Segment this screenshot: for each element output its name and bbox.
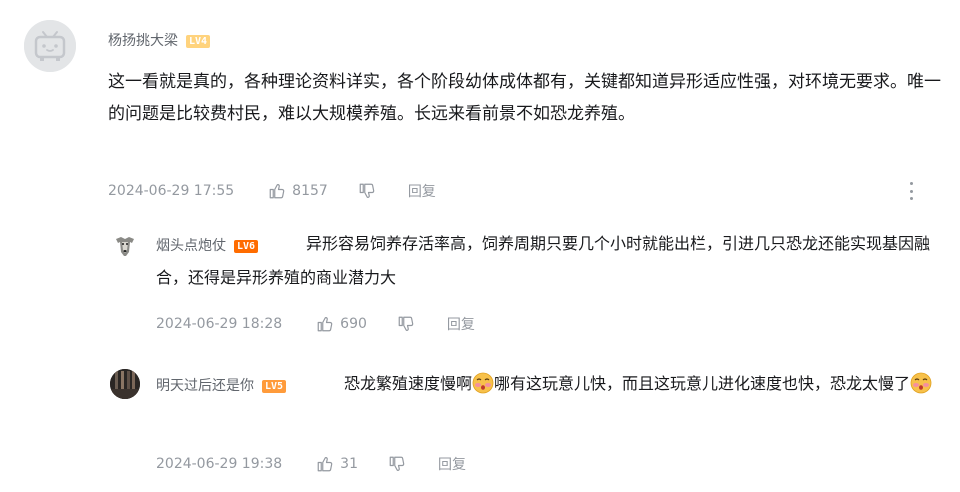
reply-meta: 2024-06-29 18:28 690 回复 — [156, 314, 475, 334]
reply-time: 2024-06-29 18:28 — [156, 316, 283, 332]
dislike-button[interactable] — [388, 455, 406, 473]
thumbs-up-icon — [269, 184, 285, 199]
like-count: 31 — [340, 456, 358, 472]
like-button[interactable]: 8157 — [268, 182, 328, 200]
reply-button[interactable]: 回复 — [438, 454, 466, 474]
reply-time: 2024-06-29 19:38 — [156, 456, 283, 472]
avatar[interactable] — [110, 230, 140, 260]
like-button[interactable]: 690 — [316, 315, 367, 333]
avatar[interactable] — [24, 20, 76, 72]
tv-avatar-icon — [24, 20, 76, 72]
reply-button[interactable]: 回复 — [408, 181, 436, 201]
username-text[interactable]: 杨扬挑大梁 — [108, 33, 178, 49]
thumbs-down-icon — [389, 456, 405, 471]
reply-meta: 2024-06-29 19:38 31 回复 — [156, 454, 466, 474]
portrait-avatar-icon — [110, 369, 140, 399]
dislike-button[interactable] — [397, 315, 415, 333]
blush-emoji-icon — [910, 372, 932, 394]
reply-text-part1: 恐龙繁殖速度慢啊 — [344, 374, 473, 393]
avatar[interactable] — [110, 369, 140, 399]
reply-text: 恐龙繁殖速度慢啊 哪有这玩意儿快，而且这玩意儿进化速度也快，恐龙太慢了 — [156, 367, 948, 401]
blush-emoji-icon — [472, 372, 494, 394]
reply-text-part2: 哪有这玩意儿快，而且这玩意儿进化速度也快，恐龙太慢了 — [494, 374, 911, 393]
dislike-button[interactable] — [358, 182, 376, 200]
dog-avatar-icon — [110, 230, 140, 260]
reply-button[interactable]: 回复 — [447, 314, 475, 334]
thumbs-down-icon — [398, 316, 414, 331]
comment-time: 2024-06-29 17:55 — [108, 183, 235, 199]
like-count: 8157 — [292, 183, 328, 199]
like-count: 690 — [340, 316, 367, 332]
thumbs-up-icon — [317, 317, 333, 332]
comment-text: 这一看就是真的，各种理论资料详实，各个阶段幼体成体都有，关键都知道异形适应性强，… — [108, 72, 941, 124]
thumbs-down-icon — [359, 183, 375, 198]
level-badge: LV4 — [186, 34, 211, 48]
thumbs-up-icon — [317, 457, 333, 472]
like-button[interactable]: 31 — [316, 455, 358, 473]
username[interactable]: 杨扬挑大梁 LV4 — [108, 30, 211, 50]
comment-meta: 2024-06-29 17:55 8157 回复 — [108, 181, 436, 201]
more-vertical-icon[interactable] — [908, 182, 914, 200]
reply-text: 异形容易饲养存活率高，饲养周期只要几个小时就能出栏，引进几只恐龙还能实现基因融合… — [156, 234, 931, 287]
